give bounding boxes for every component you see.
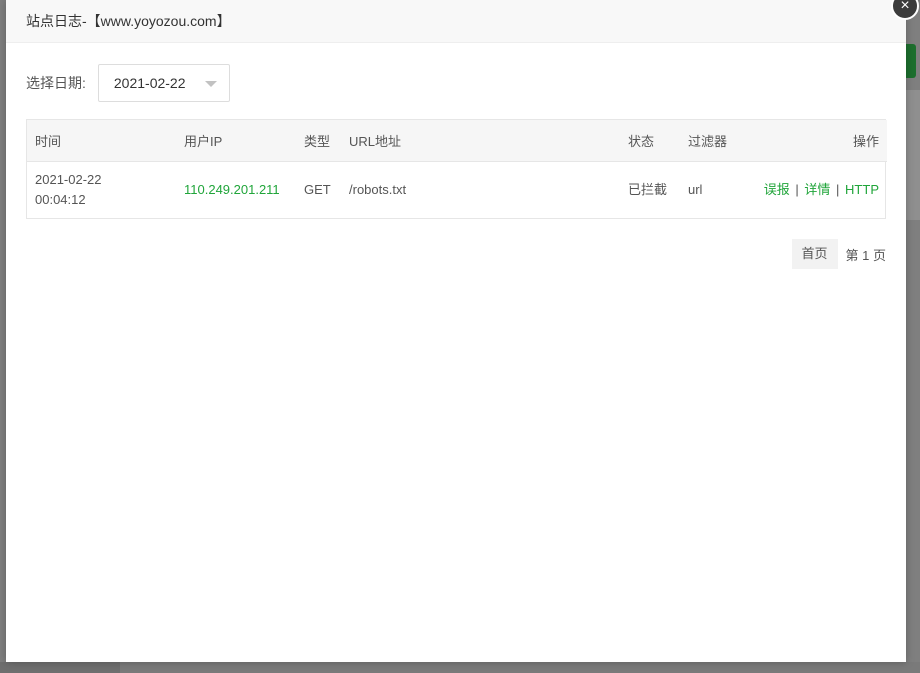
date-select-value: 2021-02-22 bbox=[113, 75, 186, 91]
action-separator: | bbox=[795, 182, 799, 197]
date-select[interactable]: 2021-02-22 bbox=[97, 64, 230, 102]
close-glyph: × bbox=[900, 0, 910, 14]
chevron-down-icon bbox=[204, 81, 217, 87]
cell-ip: 110.249.201.211 bbox=[184, 182, 280, 197]
cell-time: 2021-02-22 00:04:12 bbox=[27, 162, 176, 219]
cell-time-clock: 00:04:12 bbox=[35, 192, 86, 207]
cell-url: /robots.txt bbox=[349, 182, 407, 197]
column-header-ip: 用户IP bbox=[176, 120, 296, 162]
column-header-status: 状态 bbox=[620, 120, 680, 162]
http-link[interactable]: HTTP bbox=[845, 182, 879, 197]
site-log-dialog: 站点日志-【www.yoyozou.com】 选择日期: 2021-02-22 … bbox=[6, 0, 906, 662]
background-panel bbox=[906, 90, 920, 220]
report-false-positive-link[interactable]: 误报 bbox=[764, 182, 790, 197]
cell-time-date: 2021-02-22 bbox=[35, 172, 102, 187]
date-filter-label: 选择日期: bbox=[26, 75, 86, 91]
cell-actions: 误报 | 详情 | HTTP bbox=[750, 162, 887, 219]
column-header-time: 时间 bbox=[27, 120, 176, 162]
background-footer bbox=[0, 662, 920, 673]
action-separator: | bbox=[836, 182, 840, 197]
background-footer-block bbox=[0, 662, 120, 673]
pagination: 首页 第 1 页 bbox=[791, 239, 886, 269]
date-filter: 选择日期: 2021-02-22 bbox=[26, 64, 230, 102]
cell-method: GET bbox=[304, 182, 331, 197]
table-row: 2021-02-22 00:04:12 110.249.201.211 GET … bbox=[27, 162, 887, 219]
cell-status: 已拦截 bbox=[628, 182, 668, 197]
details-link[interactable]: 详情 bbox=[804, 182, 830, 197]
column-header-url: URL地址 bbox=[341, 120, 620, 162]
log-table: 时间 用户IP 类型 URL地址 状态 过滤器 操作 2021-02-22 00… bbox=[26, 119, 887, 219]
table-header-row: 时间 用户IP 类型 URL地址 状态 过滤器 操作 bbox=[27, 120, 887, 162]
dialog-header: 站点日志-【www.yoyozou.com】 bbox=[6, 0, 906, 43]
column-header-filter: 过滤器 bbox=[680, 120, 750, 162]
dialog-title: 站点日志-【www.yoyozou.com】 bbox=[26, 13, 231, 29]
column-header-type: 类型 bbox=[296, 120, 341, 162]
cell-filter: url bbox=[688, 182, 703, 197]
first-page-button[interactable]: 首页 bbox=[791, 239, 838, 269]
column-header-actions: 操作 bbox=[750, 120, 887, 162]
page-indicator: 第 1 页 bbox=[845, 247, 886, 263]
